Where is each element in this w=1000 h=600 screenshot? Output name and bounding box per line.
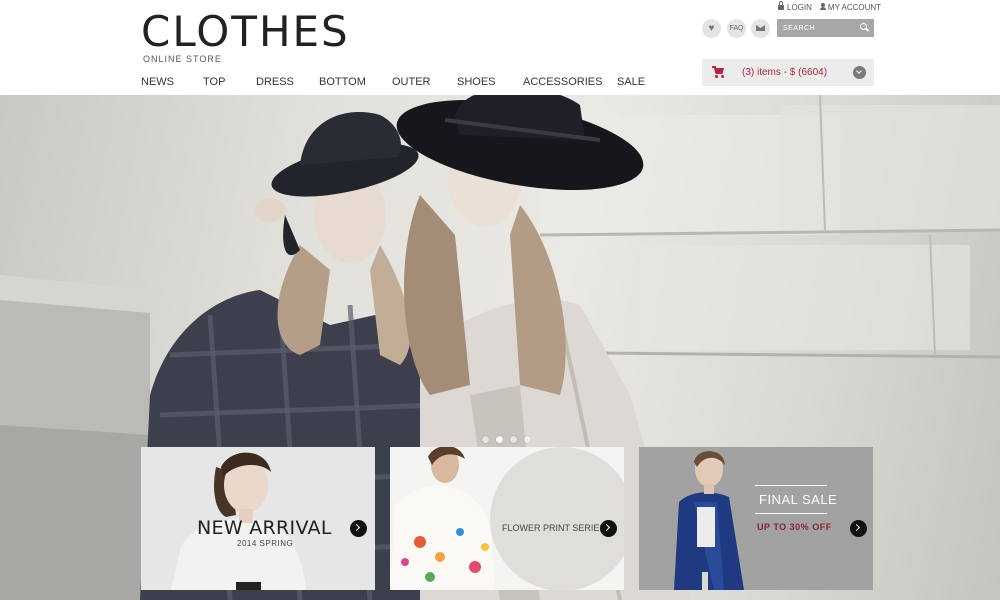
search-icon[interactable]	[860, 23, 867, 30]
my-account-link[interactable]: MY ACCOUNT	[819, 3, 882, 12]
lock-icon	[778, 1, 784, 10]
arrow-right-icon[interactable]	[600, 520, 617, 537]
promo-final-sale-image	[639, 447, 873, 590]
user-icon	[819, 3, 826, 10]
slide-dot-1[interactable]	[482, 436, 489, 443]
slide-dot-3[interactable]	[510, 436, 517, 443]
site-header: CLOTHES ONLINE STORE NEWS TOP DRESS BOTT…	[0, 0, 1000, 95]
mail-button[interactable]	[751, 19, 770, 38]
promo-new-arrival-subtitle: 2014 SPRING	[237, 539, 294, 548]
faq-button[interactable]: FAQ	[727, 19, 746, 38]
promo-flower-print[interactable]: FLOWER PRINT SERIES	[390, 447, 624, 590]
chevron-down-icon[interactable]	[853, 66, 866, 79]
store-logo[interactable]: CLOTHES ONLINE STORE	[141, 7, 351, 65]
arrow-right-icon[interactable]	[350, 520, 367, 537]
promo-final-sale[interactable]: FINAL SALE UP TO 30% OFF	[639, 447, 873, 590]
nav-item-top[interactable]: TOP	[203, 76, 225, 88]
divider	[755, 485, 827, 486]
divider	[755, 513, 827, 514]
logo-title: CLOTHES	[141, 7, 350, 56]
cart-summary[interactable]: (3) items - $ (6604)	[702, 59, 874, 86]
mail-icon	[756, 25, 765, 31]
wishlist-button[interactable]: ♥	[702, 19, 721, 38]
nav-item-shoes[interactable]: SHOES	[457, 76, 496, 88]
nav-item-outer[interactable]: OUTER	[392, 76, 431, 88]
nav-item-accessories[interactable]: ACCESSORIES	[523, 76, 602, 88]
promo-new-arrival[interactable]: NEW ARRIVAL 2014 SPRING	[141, 447, 375, 590]
cart-items-total: (3) items - $ (6604)	[742, 67, 828, 78]
nav-item-dress[interactable]: DRESS	[256, 76, 294, 88]
my-account-label: MY ACCOUNT	[827, 3, 882, 12]
slide-dot-2[interactable]	[496, 436, 503, 443]
promo-flower-print-image	[390, 447, 624, 590]
heart-icon: ♥	[708, 23, 715, 34]
search-input[interactable]	[783, 22, 853, 34]
nav-item-news[interactable]: NEWS	[141, 76, 174, 88]
arrow-right-icon[interactable]	[850, 520, 867, 537]
promo-final-sale-title: FINAL SALE	[759, 492, 838, 507]
nav-item-sale[interactable]: SALE	[617, 76, 645, 88]
slide-dot-4[interactable]	[524, 436, 531, 443]
search-box	[777, 19, 874, 37]
slider-dots	[482, 430, 538, 443]
login-label: LOGIN	[787, 3, 812, 12]
login-link[interactable]: LOGIN	[778, 1, 812, 12]
account-links: LOGIN MY ACCOUNT	[778, 1, 889, 12]
promo-flower-print-title: FLOWER PRINT SERIES	[502, 523, 606, 533]
promo-final-sale-subtitle: UP TO 30% OFF	[757, 522, 832, 532]
promo-new-arrival-title: NEW ARRIVAL	[197, 517, 332, 539]
nav-item-bottom[interactable]: BOTTOM	[319, 76, 366, 88]
cart-icon	[712, 66, 725, 78]
